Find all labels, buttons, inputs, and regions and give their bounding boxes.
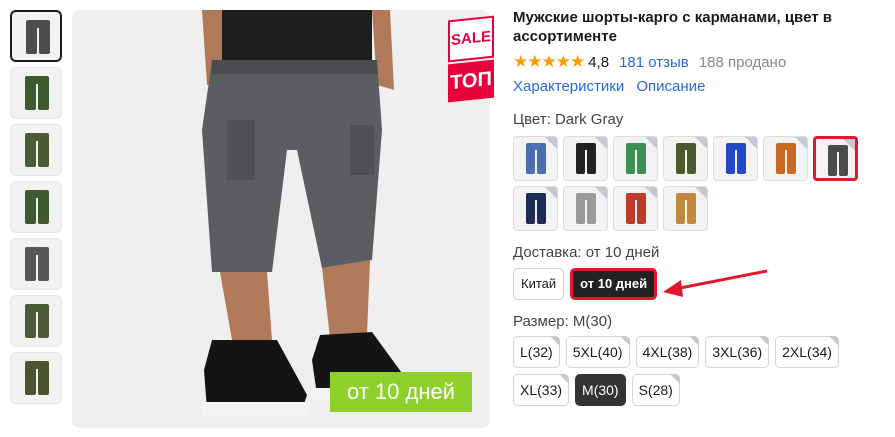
- color-label: Цвет: Dark Gray: [513, 111, 624, 128]
- corner-mark-icon: [645, 137, 657, 149]
- shorts-icon: [776, 143, 796, 175]
- top-label: ТОП: [448, 59, 494, 103]
- shorts-icon: [526, 143, 546, 175]
- thumbnail-item[interactable]: [10, 295, 62, 347]
- color-swatch-blue[interactable]: [513, 136, 558, 181]
- thumbnail-list: [8, 10, 64, 409]
- color-swatch-red[interactable]: [613, 186, 658, 231]
- corner-mark-icon: [695, 137, 707, 149]
- shorts-icon: [626, 143, 646, 175]
- color-swatch-black[interactable]: [563, 136, 608, 181]
- shorts-icon: [676, 193, 696, 225]
- color-swatches: [513, 136, 873, 236]
- rating-value: 4,8: [588, 53, 610, 71]
- corner-mark-icon: [595, 137, 607, 149]
- shorts-icon: [576, 193, 596, 225]
- corner-mark-icon: [595, 187, 607, 199]
- shorts-icon: [26, 20, 50, 56]
- thumbnail-item[interactable]: [10, 124, 62, 176]
- size-option[interactable]: L(32): [513, 336, 560, 368]
- shorts-icon: [526, 193, 546, 225]
- size-option[interactable]: 5XL(40): [565, 336, 630, 368]
- red-arrow-icon: [663, 269, 768, 297]
- shorts-icon: [25, 190, 49, 226]
- rating-stars-icon: ★★★★★: [513, 52, 585, 71]
- thumbnail-item[interactable]: [10, 352, 62, 404]
- corner-mark-icon: [795, 137, 807, 149]
- size-label: Размер: M(30): [513, 313, 613, 330]
- shorts-icon: [25, 304, 49, 340]
- color-swatch-green[interactable]: [613, 136, 658, 181]
- color-swatch-dark-gray[interactable]: [813, 136, 858, 181]
- info-links: Характеристики Описание: [513, 78, 888, 95]
- delivery-option-10-days[interactable]: от 10 дней: [570, 268, 658, 300]
- thumbnail-item[interactable]: [10, 181, 62, 233]
- sale-badge: SALE ТОП: [448, 15, 494, 103]
- size-options: L(32) 5XL(40) 4XL(38) 3XL(36) 2XL(34) XL(33) M…: [513, 336, 883, 412]
- shorts-icon: [25, 133, 49, 169]
- thumbnail-item[interactable]: [10, 67, 62, 119]
- sale-label: SALE: [448, 15, 494, 63]
- delivery-options: Китай от 10 дней: [513, 267, 888, 301]
- shorts-icon: [676, 143, 696, 175]
- size-option[interactable]: 3XL(36): [705, 336, 770, 368]
- shorts-icon: [828, 145, 848, 177]
- sold-count: 188 продано: [698, 53, 787, 71]
- corner-mark-icon: [545, 187, 557, 199]
- link-characteristics[interactable]: Характеристики: [513, 78, 624, 95]
- color-swatch-light-gray[interactable]: [563, 186, 608, 231]
- delivery-banner: от 10 дней: [330, 372, 472, 412]
- color-swatch-royal-blue[interactable]: [713, 136, 758, 181]
- size-option[interactable]: 2XL(34): [775, 336, 839, 368]
- shorts-icon: [576, 143, 596, 175]
- size-option[interactable]: S(28): [631, 374, 681, 406]
- product-photo: [72, 10, 490, 428]
- link-description[interactable]: Описание: [636, 78, 705, 95]
- shorts-icon: [25, 247, 49, 283]
- size-option[interactable]: XL(33): [513, 374, 570, 406]
- color-swatch-khaki[interactable]: [663, 186, 708, 231]
- corner-mark-icon: [745, 137, 757, 149]
- color-swatch-olive[interactable]: [663, 136, 708, 181]
- corner-mark-icon: [645, 187, 657, 199]
- delivery-label: Доставка: от 10 дней: [513, 244, 660, 261]
- corner-mark-icon: [545, 137, 557, 149]
- corner-mark-icon: [695, 187, 707, 199]
- size-option[interactable]: M(30): [575, 374, 626, 406]
- color-swatch-navy[interactable]: [513, 186, 558, 231]
- rating-row: ★★★★★ 4,8 181 отзыв 188 продано: [513, 52, 888, 72]
- main-product-image[interactable]: от 10 дней: [72, 10, 490, 428]
- thumbnail-item[interactable]: [10, 10, 62, 62]
- product-info-panel: Мужские шорты-карго с карманами, цвет в …: [513, 8, 888, 412]
- size-option[interactable]: 4XL(38): [635, 336, 700, 368]
- shorts-icon: [25, 76, 49, 112]
- reviews-link[interactable]: 181 отзыв: [619, 54, 689, 71]
- thumbnail-item[interactable]: [10, 238, 62, 290]
- shorts-icon: [626, 193, 646, 225]
- product-title: Мужские шорты-карго с карманами, цвет в …: [513, 9, 832, 45]
- color-swatch-orange[interactable]: [763, 136, 808, 181]
- delivery-option-china[interactable]: Китай: [513, 268, 565, 300]
- shorts-icon: [726, 143, 746, 175]
- shorts-icon: [25, 361, 49, 397]
